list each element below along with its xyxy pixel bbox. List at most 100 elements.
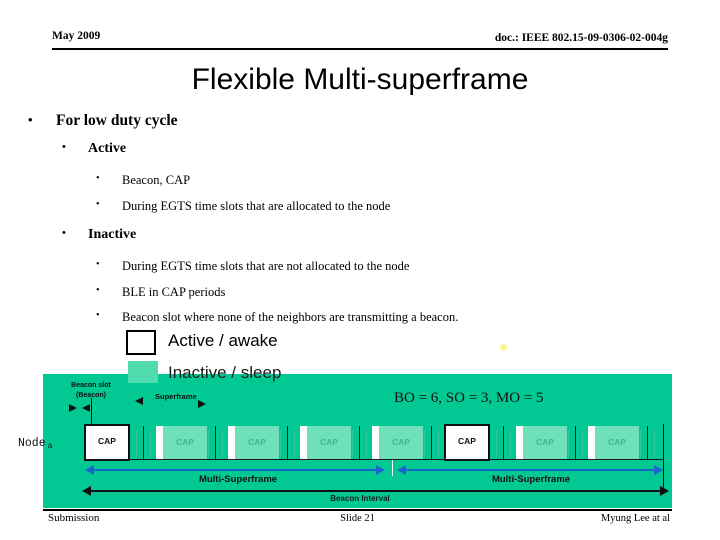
superframe-arrow-right-icon xyxy=(198,400,206,408)
superframe-label: Superframe xyxy=(155,392,197,401)
bullet-marker: • xyxy=(96,173,100,184)
slot-boundary-tick xyxy=(496,430,497,457)
bullet-text: Active xyxy=(88,141,127,156)
bullet-inactive-heading: • Inactive xyxy=(62,227,720,249)
slide-body: • For low duty cycle • Active • Beacon, … xyxy=(0,112,720,333)
timeline-baseline xyxy=(84,459,664,460)
bullet-marker: • xyxy=(96,284,100,296)
beacon-interval-arrow xyxy=(88,490,662,492)
slot-boundary-tick xyxy=(143,426,144,459)
slot-boundary-tick xyxy=(150,430,151,457)
legend-active-swatch xyxy=(126,330,156,355)
multi-superframe-arrow-left xyxy=(94,469,382,471)
timeline-row: CAP CAP CAP CAP CAP CAP CAP CAP xyxy=(84,424,664,464)
header-document-id: doc.: IEEE 802.15-09-0306-02-004g xyxy=(494,32,668,44)
multi-superframe-arrow-right-head-icon xyxy=(397,465,406,475)
slot-boundary-tick xyxy=(359,426,360,459)
cap-slot-label: CAP xyxy=(392,437,410,447)
slot-boundary-tick xyxy=(438,430,439,457)
multi-superframe-divider xyxy=(392,460,393,476)
header-date: May 2009 xyxy=(52,30,101,42)
beacon-sliver xyxy=(516,426,523,459)
cap-slot-label: CAP xyxy=(98,436,116,446)
superframe-arrow-left-icon xyxy=(135,397,143,405)
beacon-sliver xyxy=(588,426,595,459)
legend-inactive-label: Inactive / sleep xyxy=(168,363,282,382)
beacon-sliver xyxy=(372,426,379,459)
beacon-sliver xyxy=(228,426,235,459)
cap-slot-label: CAP xyxy=(176,437,194,447)
slot-boundary-tick xyxy=(654,430,655,457)
slot-boundary-tick xyxy=(280,430,281,457)
bullet-active-item-1: • During EGTS time slots that are alloca… xyxy=(96,199,720,222)
slot-boundary-tick xyxy=(503,426,504,459)
multi-superframe-label-left: Multi-Superframe xyxy=(198,474,278,485)
bullet-text: Beacon, CAP xyxy=(122,173,191,187)
bullet-text: BLE in CAP periods xyxy=(122,284,226,299)
beacon-sliver xyxy=(156,426,163,459)
cap-slot-label: CAP xyxy=(608,437,626,447)
slot-boundary-tick xyxy=(431,426,432,459)
bullet-marker: • xyxy=(62,141,66,153)
bullet-text: Inactive xyxy=(88,227,137,242)
bullet-text: Beacon slot where none of the neighbors … xyxy=(122,310,459,324)
bullet-text: During EGTS time slots that are not allo… xyxy=(122,259,410,273)
beacon-slot-arrow-left-icon xyxy=(69,404,77,412)
slot-boundary-tick xyxy=(582,430,583,457)
footer-slide-number: Slide 21 xyxy=(340,513,375,524)
multi-superframe-label-right: Multi-Superframe xyxy=(491,474,571,485)
bullet-marker: • xyxy=(96,259,100,270)
beacon-sliver xyxy=(300,426,307,459)
slot-boundary-tick xyxy=(424,430,425,457)
bullet-active-heading: • Active xyxy=(62,141,720,163)
footer-author: Myung Lee at al xyxy=(600,513,670,524)
bullet-text: For low duty cycle xyxy=(56,112,178,129)
slot-boundary-tick xyxy=(366,430,367,457)
stray-highlight-mark xyxy=(500,344,507,351)
slot-boundary-tick xyxy=(510,430,511,457)
legend-inactive-swatch xyxy=(128,361,158,383)
bullet-marker: • xyxy=(96,310,100,321)
slot-boundary-tick xyxy=(208,430,209,457)
bullet-for-low-duty-cycle: • For low duty cycle xyxy=(28,112,720,135)
page-title: Flexible Multi-superframe xyxy=(191,63,529,96)
superframe-parameters: BO = 6, SO = 3, MO = 5 xyxy=(394,390,544,406)
bullet-inactive-item-0: • During EGTS time slots that are not al… xyxy=(96,259,720,282)
bullet-marker: • xyxy=(96,198,100,210)
header-divider xyxy=(52,48,668,50)
beacon-interval-end-tick xyxy=(663,424,664,491)
beacon-slot-arrow-right-icon xyxy=(82,404,90,412)
bullet-marker: • xyxy=(62,227,66,239)
slot-boundary-tick xyxy=(222,430,223,457)
cap-slot-label: CAP xyxy=(458,436,476,446)
slot-boundary-tick xyxy=(568,430,569,457)
footer-divider xyxy=(43,509,672,511)
slot-boundary-tick xyxy=(647,426,648,459)
node-label: Node a xyxy=(18,437,53,451)
beacon-interval-label: Beacon Interval xyxy=(330,494,390,503)
cap-slot-label: CAP xyxy=(248,437,266,447)
multi-superframe-arrow-right xyxy=(406,469,656,471)
slide-footer: Submission Slide 21 Myung Lee at al xyxy=(43,512,672,530)
multi-superframe-arrow-left-head-icon xyxy=(85,465,94,475)
slide-header: May 2009 doc.: IEEE 802.15-09-0306-02-00… xyxy=(52,30,668,52)
slot-boundary-tick xyxy=(287,426,288,459)
beacon-slot-tick xyxy=(91,398,92,426)
slot-boundary-tick xyxy=(352,430,353,457)
cap-slot-label: CAP xyxy=(536,437,554,447)
node-label-text: Node xyxy=(18,437,46,450)
legend: Active / awake Inactive / sleep xyxy=(126,330,507,392)
legend-active-label: Active / awake xyxy=(168,331,278,350)
bullet-active-item-0: • Beacon, CAP xyxy=(96,173,720,196)
slot-boundary-tick xyxy=(640,430,641,457)
cap-slot-label: CAP xyxy=(320,437,338,447)
bullet-inactive-item-1: • BLE in CAP periods xyxy=(96,285,720,308)
slot-boundary-tick xyxy=(215,426,216,459)
bullet-text: During EGTS time slots that are allocate… xyxy=(122,198,391,213)
node-label-subscript: a xyxy=(47,442,53,451)
slot-boundary-tick xyxy=(294,430,295,457)
slot-boundary-tick xyxy=(575,426,576,459)
beacon-slot-caption-line1: Beacon slot xyxy=(71,382,111,389)
bullet-marker: • xyxy=(28,112,33,127)
slot-boundary-tick xyxy=(136,430,137,457)
